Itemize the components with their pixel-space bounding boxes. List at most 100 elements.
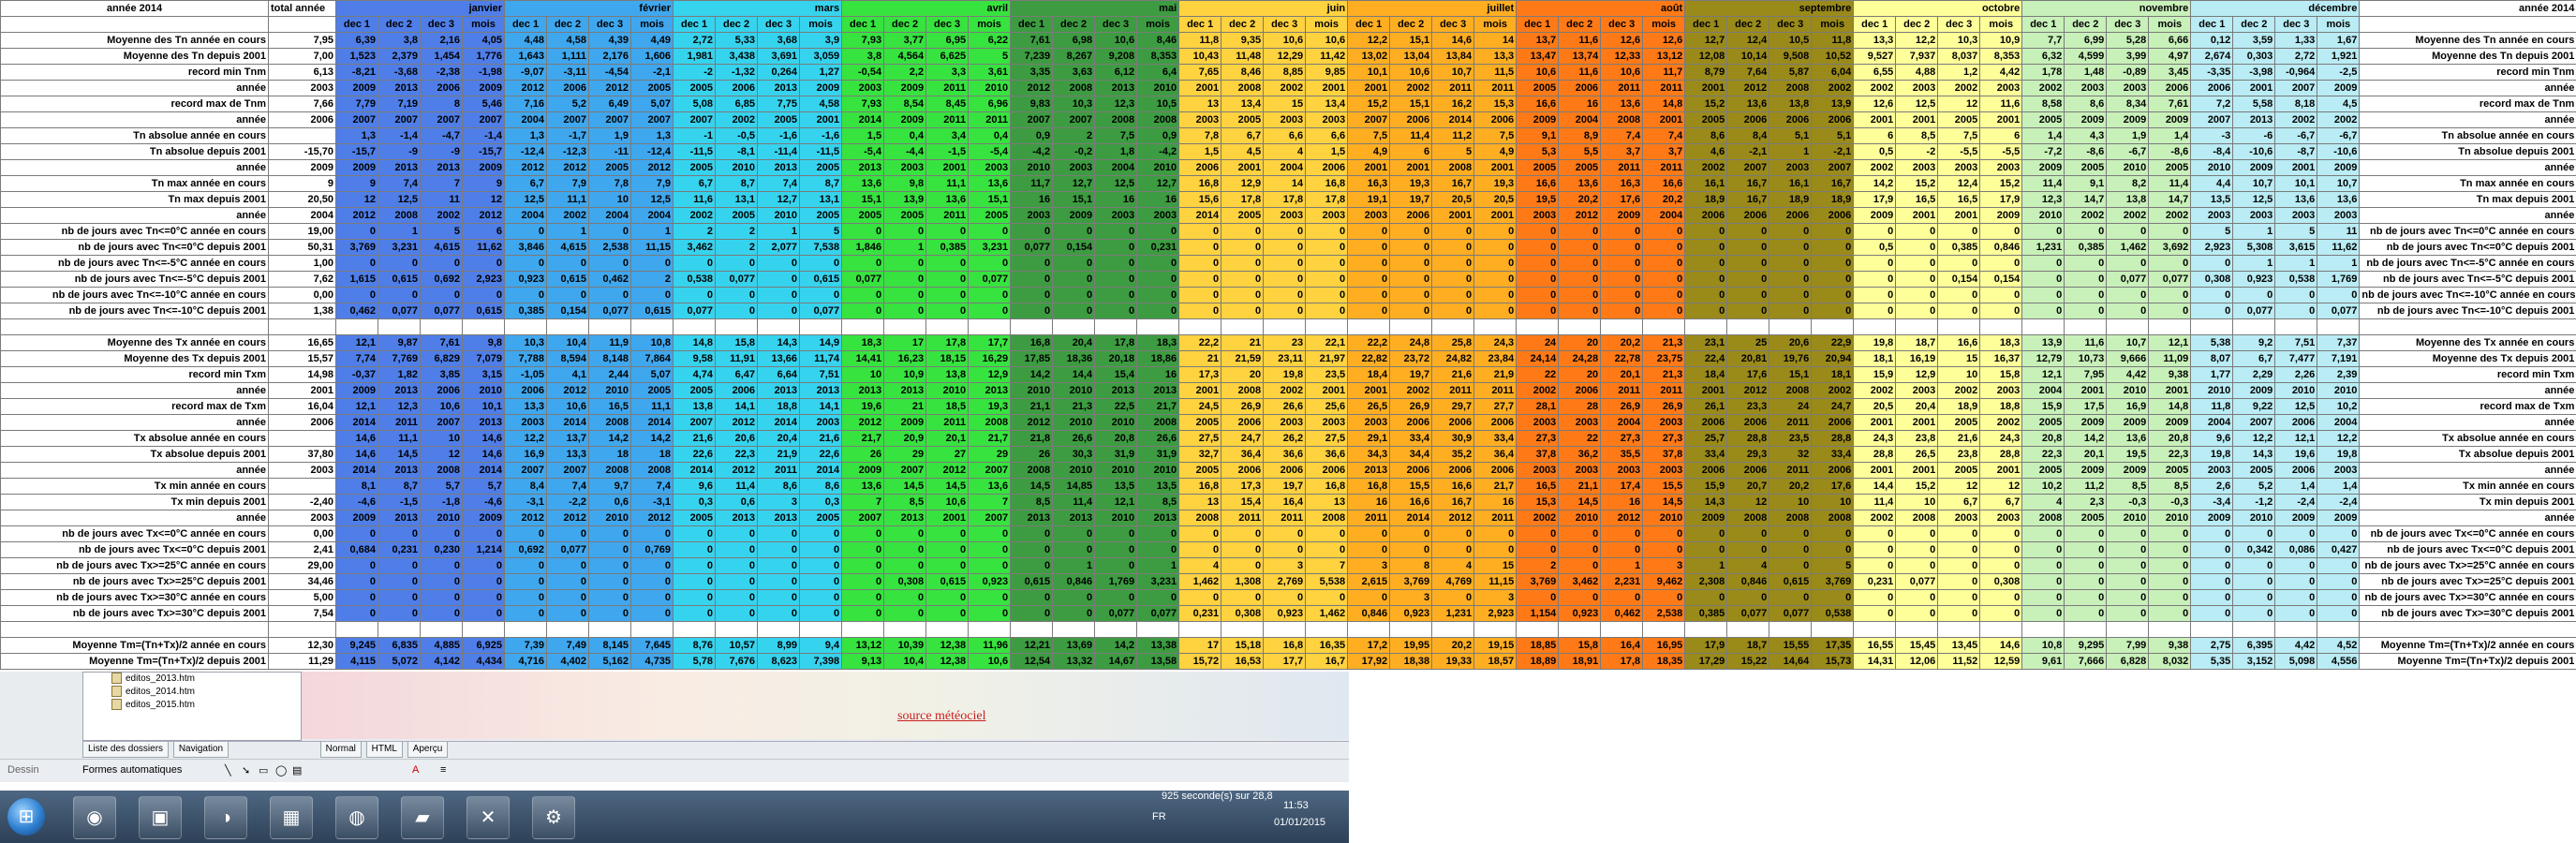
row-label-right[interactable]: Tn absolue année en cours: [2359, 127, 2576, 144]
value-cell[interactable]: 24,3: [1473, 334, 1517, 351]
value-cell[interactable]: 2007: [968, 510, 1012, 526]
value-cell[interactable]: 0,154: [1979, 271, 2023, 288]
value-cell[interactable]: 0: [1600, 255, 1644, 272]
value-cell[interactable]: 10,1: [2274, 175, 2318, 192]
value-cell[interactable]: 2001: [925, 510, 970, 526]
value-cell[interactable]: 0: [1937, 541, 1981, 558]
value-cell[interactable]: 22: [1516, 366, 1560, 383]
value-cell[interactable]: 8,6: [1684, 127, 1728, 144]
value-cell[interactable]: 0,077: [546, 541, 590, 558]
total-cell[interactable]: 7,62: [268, 271, 336, 288]
value-cell[interactable]: 6,6: [1305, 127, 1349, 144]
value-cell[interactable]: 7,398: [799, 653, 843, 670]
value-cell[interactable]: 0: [588, 541, 632, 558]
empty-cell[interactable]: [2274, 318, 2318, 335]
value-cell[interactable]: 7,4: [1600, 127, 1644, 144]
value-cell[interactable]: 0: [504, 589, 548, 606]
value-cell[interactable]: 22,5: [1094, 398, 1138, 415]
value-cell[interactable]: 0: [799, 605, 843, 622]
value-cell[interactable]: 2006: [1684, 207, 1728, 224]
value-cell[interactable]: 2010: [1010, 159, 1054, 176]
value-cell[interactable]: 16,5: [588, 398, 632, 415]
value-cell[interactable]: 0: [1853, 255, 1897, 272]
value-cell[interactable]: 4,3: [2064, 127, 2108, 144]
value-cell[interactable]: 2011: [1347, 510, 1391, 526]
value-cell[interactable]: 2005: [883, 207, 927, 224]
value-cell[interactable]: 0: [2021, 589, 2065, 606]
year-label-right[interactable]: année 2014: [2359, 0, 2576, 17]
value-cell[interactable]: 2005: [1937, 414, 1981, 431]
value-cell[interactable]: 2009: [461, 510, 506, 526]
value-cell[interactable]: 0: [1431, 525, 1475, 542]
value-cell[interactable]: 2011: [925, 414, 970, 431]
value-cell[interactable]: 2006: [2190, 80, 2234, 96]
value-cell[interactable]: 16: [1347, 494, 1391, 510]
value-cell[interactable]: 3: [1347, 557, 1391, 574]
value-cell[interactable]: 2011: [1769, 462, 1813, 479]
value-cell[interactable]: -2,1: [630, 64, 674, 81]
row-label-right[interactable]: record max de Tnm: [2359, 96, 2576, 112]
value-cell[interactable]: 0: [1853, 589, 1897, 606]
value-cell[interactable]: 16,37: [1979, 350, 2023, 367]
value-cell[interactable]: 2001: [1221, 159, 1265, 176]
value-cell[interactable]: 2014: [757, 414, 801, 431]
value-cell[interactable]: 2001: [1895, 414, 1939, 431]
value-cell[interactable]: 2002: [2064, 207, 2108, 224]
value-cell[interactable]: 17,4: [1600, 478, 1644, 495]
value-cell[interactable]: 0: [673, 573, 717, 590]
value-cell[interactable]: 2001: [1684, 80, 1728, 96]
value-cell[interactable]: 2009: [2064, 462, 2108, 479]
value-cell[interactable]: 3,7: [1642, 143, 1686, 160]
total-header[interactable]: total année: [268, 0, 336, 17]
row-label-right[interactable]: Moyenne des Tn année en cours: [2359, 32, 2576, 49]
value-cell[interactable]: 20,5: [1431, 191, 1475, 208]
empty-cell[interactable]: [420, 621, 463, 638]
value-cell[interactable]: 0: [420, 255, 463, 272]
value-cell[interactable]: 0: [883, 605, 927, 622]
subcolumn-header[interactable]: dec 1: [1010, 16, 1054, 33]
value-cell[interactable]: 4: [1431, 557, 1475, 574]
value-cell[interactable]: 0: [546, 525, 590, 542]
value-cell[interactable]: 0: [673, 605, 717, 622]
value-cell[interactable]: 13,5: [1094, 478, 1138, 495]
total-cell[interactable]: 2003: [268, 510, 336, 526]
value-cell[interactable]: 0: [841, 287, 885, 303]
value-cell[interactable]: 2007: [420, 414, 463, 431]
value-cell[interactable]: 2001: [799, 111, 843, 128]
value-cell[interactable]: 22,1: [1305, 334, 1349, 351]
value-cell[interactable]: 2001: [1305, 80, 1349, 96]
value-cell[interactable]: 2008: [630, 462, 674, 479]
value-cell[interactable]: 0: [1726, 287, 1770, 303]
value-cell[interactable]: 2003: [1263, 207, 1307, 224]
subcolumn-header[interactable]: dec 3: [1263, 16, 1307, 33]
value-cell[interactable]: 2007: [841, 510, 885, 526]
empty-cell[interactable]: [2021, 318, 2065, 335]
value-cell[interactable]: 2,308: [1684, 573, 1728, 590]
value-cell[interactable]: 2008: [1769, 510, 1813, 526]
value-cell[interactable]: 20: [1558, 334, 1602, 351]
value-cell[interactable]: -3,98: [2232, 64, 2276, 81]
value-cell[interactable]: 0: [1600, 271, 1644, 288]
value-cell[interactable]: 0,692: [504, 541, 548, 558]
value-cell[interactable]: 2,16: [420, 32, 463, 49]
value-cell[interactable]: 0: [546, 605, 590, 622]
value-cell[interactable]: 12: [420, 446, 463, 463]
value-cell[interactable]: 0: [335, 525, 378, 542]
value-cell[interactable]: 15: [1937, 350, 1981, 367]
value-cell[interactable]: 2013: [378, 382, 421, 399]
value-cell[interactable]: 12,3: [2021, 191, 2065, 208]
empty-cell[interactable]: [1726, 318, 1770, 335]
tab-navigation[interactable]: Navigation: [172, 742, 229, 758]
subcolumn-header[interactable]: dec 3: [1431, 16, 1475, 33]
value-cell[interactable]: 0: [2148, 557, 2192, 574]
value-cell[interactable]: 6,7: [1979, 494, 2023, 510]
value-cell[interactable]: 0: [1178, 303, 1222, 319]
subcolumn-header[interactable]: dec 1: [841, 16, 885, 33]
value-cell[interactable]: 0: [2106, 605, 2150, 622]
value-cell[interactable]: 13: [1178, 494, 1222, 510]
value-cell[interactable]: 18,9: [1937, 398, 1981, 415]
value-cell[interactable]: 0,12: [2190, 32, 2234, 49]
value-cell[interactable]: 2007: [630, 111, 674, 128]
value-cell[interactable]: 11,96: [968, 637, 1012, 654]
value-cell[interactable]: 0: [2148, 589, 2192, 606]
